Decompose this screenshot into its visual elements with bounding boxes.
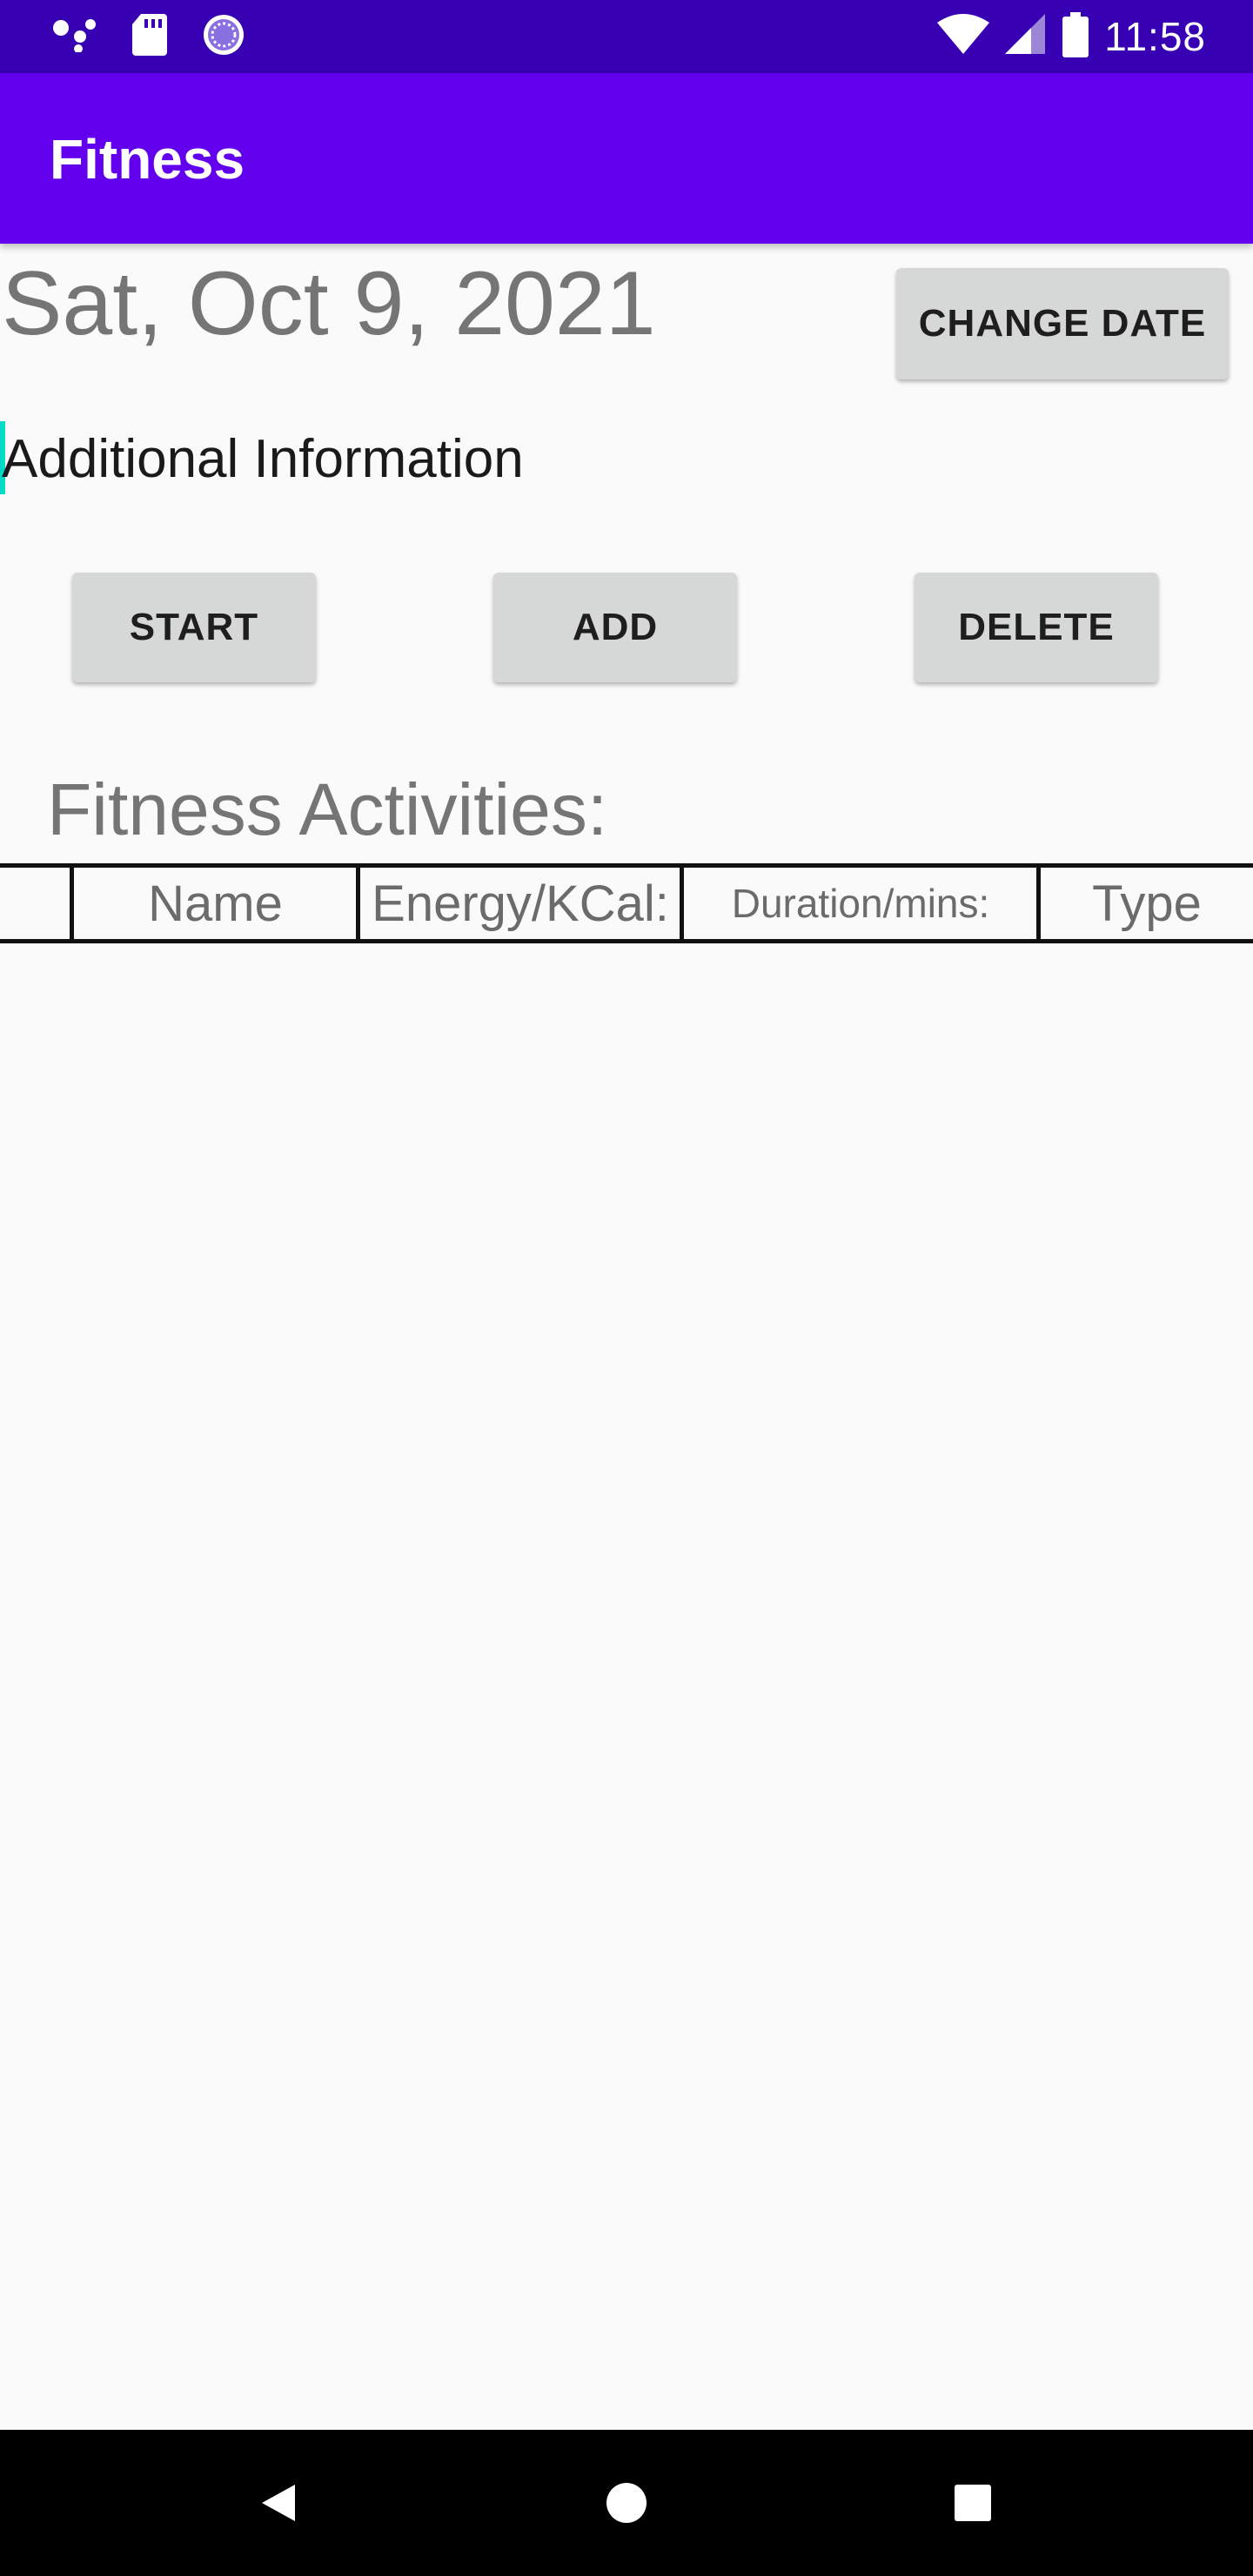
status-bar: 11:58 [0,0,1253,73]
battery-icon [1062,11,1089,62]
screen: 11:58 Fitness Sat, Oct 9, 2021 CHANGE DA… [0,0,1253,2576]
sd-card-icon [132,13,167,60]
column-header-energy: Energy/KCal: [372,875,669,932]
change-date-button[interactable]: CHANGE DATE [896,268,1229,379]
add-button[interactable]: ADD [493,573,737,682]
navigation-bar [0,2430,1253,2576]
back-icon[interactable] [244,2468,313,2538]
home-icon[interactable] [592,2468,661,2538]
column-header-blank [0,868,71,939]
recents-icon[interactable] [938,2468,1008,2538]
activities-title: Fitness Activities: [47,768,608,850]
app-title: Fitness [50,128,245,191]
delete-button[interactable]: DELETE [915,573,1158,682]
status-time: 11:58 [1104,14,1206,59]
column-header-name: Name [148,875,283,932]
sync-circle-icon [202,13,245,61]
app-bar: Fitness [0,73,1253,244]
cell-signal-icon [1005,13,1047,60]
column-header-duration: Duration/mins: [731,881,990,926]
selected-date: Sat, Oct 9, 2021 [2,253,656,354]
activities-table-header: Name Energy/KCal: Duration/mins: Type [0,863,1253,943]
wifi-icon [937,13,990,60]
assistant-dots-icon [52,17,97,57]
column-header-type: Type [1092,875,1202,932]
start-button[interactable]: START [72,573,316,682]
additional-info-field[interactable]: Additional Information [2,423,785,496]
